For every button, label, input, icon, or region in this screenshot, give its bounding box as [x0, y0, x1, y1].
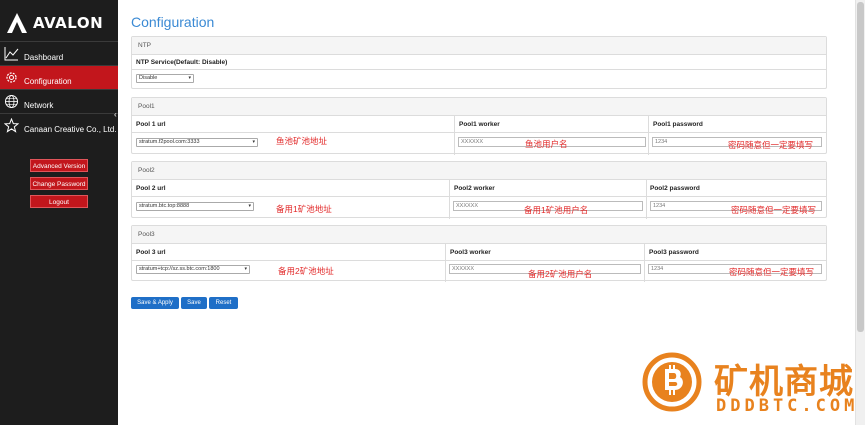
- pool3-url-note: 备用2矿池地址: [278, 266, 334, 276]
- pool2-url-header: Pool 2 url: [136, 185, 166, 192]
- pool2-password-note: 密码随意但一定要填写: [731, 205, 817, 215]
- column-divider: [445, 244, 446, 282]
- pool1-url-header: Pool 1 url: [136, 121, 166, 128]
- sidebar-item-configuration[interactable]: Configuration: [0, 65, 118, 89]
- pool3-password-header: Pool3 password: [649, 249, 699, 256]
- column-divider: [644, 244, 645, 282]
- sidebar-item-dashboard[interactable]: Dashboard: [0, 41, 118, 65]
- page-title: Configuration: [131, 14, 215, 30]
- pool3-url-value: stratum+tcp://sz.ss.btc.com:1800: [139, 266, 220, 272]
- pool3-password-note: 密码随意但一定要填写: [729, 267, 815, 277]
- divider: [132, 196, 826, 197]
- column-divider: [648, 116, 649, 155]
- pool1-url-note: 鱼池矿池地址: [276, 136, 328, 146]
- sidebar-item-label: Dashboard: [24, 52, 64, 62]
- sidebar-item-label: Canaan Creative Co., Ltd.: [24, 124, 117, 134]
- brand[interactable]: AVALON: [6, 10, 103, 36]
- pool2-url-select[interactable]: stratum.btc.top:8888 ▾: [136, 202, 254, 211]
- divider: [132, 260, 826, 261]
- sidebar-nav: Dashboard Configuration Network Canaan C…: [0, 41, 118, 137]
- logout-button[interactable]: Logout: [30, 195, 88, 208]
- pool2-url-value: stratum.btc.top:8888: [139, 203, 190, 209]
- caret-down-icon: ▾: [248, 203, 251, 209]
- pool2-url-note: 备用1矿池地址: [276, 204, 332, 214]
- watermark: 矿机商城 DDDBTC.COM: [638, 352, 860, 420]
- chevron-left-icon[interactable]: ‹: [114, 110, 117, 119]
- ntp-panel: NTP NTP Service(Default: Disable) Disabl…: [131, 36, 827, 89]
- brand-name: AVALON: [33, 14, 104, 32]
- column-divider: [449, 180, 450, 219]
- caret-down-icon: ▾: [188, 75, 191, 81]
- sidebar-item-label: Network: [24, 100, 54, 110]
- panel-title: Pool3: [132, 226, 826, 244]
- sidebar: AVALON Dashboard Configuration Network C…: [0, 0, 118, 425]
- advanced-version-button[interactable]: Advanced Version: [30, 159, 88, 172]
- ntp-service-value: Disable: [139, 75, 158, 81]
- pool2-worker-header: Pool2 worker: [454, 185, 495, 192]
- pool2-password-header: Pool2 password: [650, 185, 700, 192]
- pool1-worker-note: 鱼池用户名: [525, 139, 568, 149]
- gear-icon: [4, 70, 19, 85]
- caret-down-icon: ▾: [252, 139, 255, 145]
- pool1-password-note: 密码随意但一定要填写: [728, 140, 814, 150]
- pool2-panel: Pool2 Pool 2 url Pool2 worker Pool2 pass…: [131, 161, 827, 219]
- pool1-panel: Pool1 Pool 1 url Pool1 worker Pool1 pass…: [131, 97, 827, 155]
- sidebar-item-canaan[interactable]: Canaan Creative Co., Ltd.: [0, 113, 118, 137]
- panel-title: NTP: [132, 37, 826, 55]
- divider: [132, 69, 826, 70]
- reset-button[interactable]: Reset: [209, 297, 238, 309]
- pool3-url-select[interactable]: stratum+tcp://sz.ss.btc.com:1800 ▾: [136, 265, 250, 274]
- ntp-service-select[interactable]: Disable ▾: [136, 74, 194, 83]
- scrollbar-thumb[interactable]: [857, 2, 864, 332]
- pool3-url-header: Pool 3 url: [136, 249, 166, 256]
- pool1-worker-header: Pool1 worker: [459, 121, 500, 128]
- globe-icon: [4, 94, 19, 109]
- pool1-url-select[interactable]: stratum.f2pool.com:3333 ▾: [136, 138, 258, 147]
- save-apply-button[interactable]: Save & Apply: [131, 297, 179, 309]
- column-divider: [646, 180, 647, 219]
- avalon-logo-icon: [7, 13, 27, 33]
- save-button[interactable]: Save: [181, 297, 207, 309]
- pool3-worker-note: 备用2矿池用户名: [528, 269, 593, 279]
- change-password-button[interactable]: Change Password: [30, 177, 88, 190]
- ntp-service-label: NTP Service(Default: Disable): [136, 59, 228, 66]
- pool3-panel: Pool3 Pool 3 url Pool3 worker Pool3 pass…: [131, 225, 827, 282]
- panel-title: Pool2: [132, 162, 826, 180]
- star-icon: [4, 118, 19, 133]
- column-divider: [454, 116, 455, 155]
- bitcoin-coin-icon: [642, 352, 702, 412]
- pool1-password-header: Pool1 password: [653, 121, 703, 128]
- divider: [132, 132, 826, 133]
- chart-line-icon: [4, 46, 19, 61]
- pool2-worker-note: 备用1矿池用户名: [524, 205, 589, 215]
- pool3-worker-header: Pool3 worker: [450, 249, 491, 256]
- pool1-url-value: stratum.f2pool.com:3333: [139, 139, 200, 145]
- caret-down-icon: ▾: [244, 266, 247, 272]
- sidebar-item-label: Configuration: [24, 76, 72, 86]
- sidebar-item-network[interactable]: Network: [0, 89, 118, 113]
- panel-title: Pool1: [132, 98, 826, 116]
- watermark-en: DDDBTC.COM: [716, 396, 859, 416]
